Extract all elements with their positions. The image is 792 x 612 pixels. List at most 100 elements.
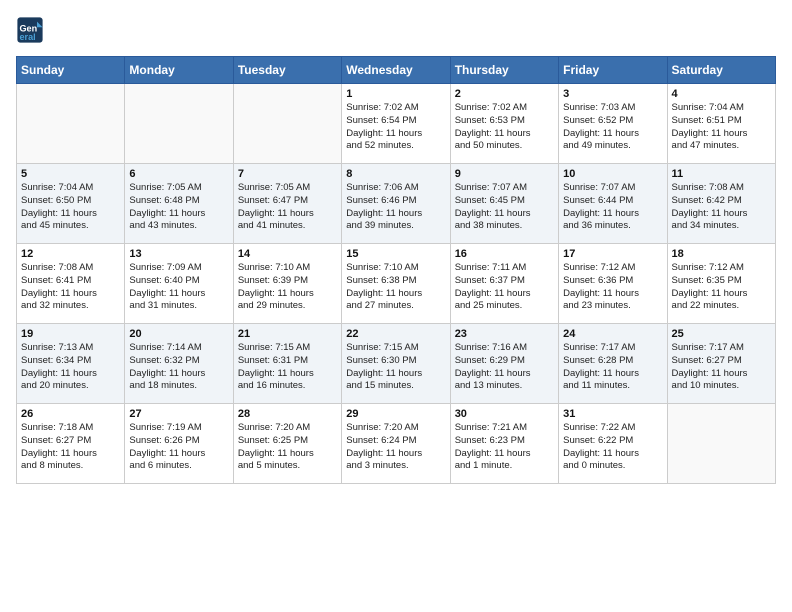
day-info: Sunrise: 7:15 AMSunset: 6:30 PMDaylight:…	[346, 342, 445, 393]
calendar-header: SundayMondayTuesdayWednesdayThursdayFrid…	[17, 57, 776, 84]
day-cell-23: 23 Sunrise: 7:16 AMSunset: 6:29 PMDayligh…	[450, 324, 558, 404]
day-number: 31	[563, 408, 662, 420]
day-number: 16	[455, 248, 554, 260]
day-info: Sunrise: 7:12 AMSunset: 6:35 PMDaylight:…	[672, 262, 771, 313]
day-cell-19: 19 Sunrise: 7:13 AMSunset: 6:34 PMDayligh…	[17, 324, 125, 404]
day-number: 7	[238, 168, 337, 180]
day-cell-30: 30 Sunrise: 7:21 AMSunset: 6:23 PMDayligh…	[450, 404, 558, 484]
day-number: 26	[21, 408, 120, 420]
day-number: 23	[455, 328, 554, 340]
day-info: Sunrise: 7:17 AMSunset: 6:28 PMDaylight:…	[563, 342, 662, 393]
empty-cell	[125, 84, 233, 164]
calendar-body: 1Sunrise: 7:02 AMSunset: 6:54 PMDaylight…	[17, 84, 776, 484]
logo-icon: Gen eral	[16, 16, 44, 44]
day-cell-28: 28Sunrise: 7:20 AMSunset: 6:25 PMDayligh…	[233, 404, 341, 484]
day-info: Sunrise: 7:04 AMSunset: 6:51 PMDaylight:…	[672, 102, 771, 153]
day-info: Sunrise: 7:04 AMSunset: 6:50 PMDaylight:…	[21, 182, 120, 233]
day-info: Sunrise: 7:07 AMSunset: 6:45 PMDaylight:…	[455, 182, 554, 233]
day-cell-5: 5 Sunrise: 7:04 AMSunset: 6:50 PMDaylight…	[17, 164, 125, 244]
day-number: 10	[563, 168, 662, 180]
day-info: Sunrise: 7:20 AMSunset: 6:25 PMDaylight:…	[238, 422, 337, 473]
day-info: Sunrise: 7:21 AMSunset: 6:23 PMDaylight:…	[455, 422, 554, 473]
day-number: 19	[21, 328, 120, 340]
day-cell-31: 31Sunrise: 7:22 AMSunset: 6:22 PMDayligh…	[559, 404, 667, 484]
week-row-1: 1Sunrise: 7:02 AMSunset: 6:54 PMDaylight…	[17, 84, 776, 164]
day-info: Sunrise: 7:06 AMSunset: 6:46 PMDaylight:…	[346, 182, 445, 233]
day-number: 11	[672, 168, 771, 180]
logo: Gen eral	[16, 16, 46, 44]
day-cell-26: 26 Sunrise: 7:18 AMSunset: 6:27 PMDayligh…	[17, 404, 125, 484]
day-info: Sunrise: 7:13 AMSunset: 6:34 PMDaylight:…	[21, 342, 120, 393]
weekday-sunday: Sunday	[17, 57, 125, 84]
day-info: Sunrise: 7:05 AMSunset: 6:48 PMDaylight:…	[129, 182, 228, 233]
weekday-friday: Friday	[559, 57, 667, 84]
day-cell-2: 2 Sunrise: 7:02 AMSunset: 6:53 PMDaylight…	[450, 84, 558, 164]
week-row-5: 26 Sunrise: 7:18 AMSunset: 6:27 PMDayligh…	[17, 404, 776, 484]
day-number: 29	[346, 408, 445, 420]
day-number: 12	[21, 248, 120, 260]
week-row-3: 12Sunrise: 7:08 AMSunset: 6:41 PMDayligh…	[17, 244, 776, 324]
day-info: Sunrise: 7:02 AMSunset: 6:54 PMDaylight:…	[346, 102, 445, 153]
day-number: 17	[563, 248, 662, 260]
day-cell-22: 22 Sunrise: 7:15 AMSunset: 6:30 PMDayligh…	[342, 324, 450, 404]
day-cell-29: 29Sunrise: 7:20 AMSunset: 6:24 PMDayligh…	[342, 404, 450, 484]
day-info: Sunrise: 7:16 AMSunset: 6:29 PMDaylight:…	[455, 342, 554, 393]
day-cell-16: 16 Sunrise: 7:11 AMSunset: 6:37 PMDayligh…	[450, 244, 558, 324]
day-info: Sunrise: 7:18 AMSunset: 6:27 PMDaylight:…	[21, 422, 120, 473]
day-number: 30	[455, 408, 554, 420]
calendar-table: SundayMondayTuesdayWednesdayThursdayFrid…	[16, 56, 776, 484]
day-number: 24	[563, 328, 662, 340]
day-info: Sunrise: 7:19 AMSunset: 6:26 PMDaylight:…	[129, 422, 228, 473]
day-cell-27: 27 Sunrise: 7:19 AMSunset: 6:26 PMDayligh…	[125, 404, 233, 484]
day-number: 3	[563, 88, 662, 100]
weekday-monday: Monday	[125, 57, 233, 84]
day-cell-11: 11 Sunrise: 7:08 AMSunset: 6:42 PMDayligh…	[667, 164, 775, 244]
svg-text:eral: eral	[20, 32, 36, 42]
day-number: 18	[672, 248, 771, 260]
day-number: 8	[346, 168, 445, 180]
week-row-2: 5 Sunrise: 7:04 AMSunset: 6:50 PMDaylight…	[17, 164, 776, 244]
day-cell-24: 24 Sunrise: 7:17 AMSunset: 6:28 PMDayligh…	[559, 324, 667, 404]
day-cell-9: 9Sunrise: 7:07 AMSunset: 6:45 PMDaylight…	[450, 164, 558, 244]
day-cell-4: 4 Sunrise: 7:04 AMSunset: 6:51 PMDaylight…	[667, 84, 775, 164]
day-number: 4	[672, 88, 771, 100]
day-number: 22	[346, 328, 445, 340]
day-info: Sunrise: 7:07 AMSunset: 6:44 PMDaylight:…	[563, 182, 662, 233]
day-number: 5	[21, 168, 120, 180]
day-number: 15	[346, 248, 445, 260]
weekday-thursday: Thursday	[450, 57, 558, 84]
day-number: 6	[129, 168, 228, 180]
empty-cell	[17, 84, 125, 164]
day-cell-10: 10 Sunrise: 7:07 AMSunset: 6:44 PMDayligh…	[559, 164, 667, 244]
day-cell-18: 18 Sunrise: 7:12 AMSunset: 6:35 PMDayligh…	[667, 244, 775, 324]
day-info: Sunrise: 7:02 AMSunset: 6:53 PMDaylight:…	[455, 102, 554, 153]
day-cell-21: 21 Sunrise: 7:15 AMSunset: 6:31 PMDayligh…	[233, 324, 341, 404]
weekday-wednesday: Wednesday	[342, 57, 450, 84]
day-number: 14	[238, 248, 337, 260]
day-cell-25: 25 Sunrise: 7:17 AMSunset: 6:27 PMDayligh…	[667, 324, 775, 404]
day-number: 2	[455, 88, 554, 100]
day-info: Sunrise: 7:03 AMSunset: 6:52 PMDaylight:…	[563, 102, 662, 153]
day-number: 27	[129, 408, 228, 420]
day-info: Sunrise: 7:08 AMSunset: 6:42 PMDaylight:…	[672, 182, 771, 233]
day-info: Sunrise: 7:15 AMSunset: 6:31 PMDaylight:…	[238, 342, 337, 393]
page-header: Gen eral	[16, 16, 776, 44]
day-info: Sunrise: 7:05 AMSunset: 6:47 PMDaylight:…	[238, 182, 337, 233]
day-cell-20: 20Sunrise: 7:14 AMSunset: 6:32 PMDayligh…	[125, 324, 233, 404]
weekday-saturday: Saturday	[667, 57, 775, 84]
day-cell-3: 3 Sunrise: 7:03 AMSunset: 6:52 PMDaylight…	[559, 84, 667, 164]
day-cell-8: 8 Sunrise: 7:06 AMSunset: 6:46 PMDaylight…	[342, 164, 450, 244]
day-info: Sunrise: 7:10 AMSunset: 6:39 PMDaylight:…	[238, 262, 337, 313]
day-info: Sunrise: 7:12 AMSunset: 6:36 PMDaylight:…	[563, 262, 662, 313]
day-cell-6: 6 Sunrise: 7:05 AMSunset: 6:48 PMDaylight…	[125, 164, 233, 244]
day-cell-7: 7 Sunrise: 7:05 AMSunset: 6:47 PMDaylight…	[233, 164, 341, 244]
day-info: Sunrise: 7:10 AMSunset: 6:38 PMDaylight:…	[346, 262, 445, 313]
day-number: 21	[238, 328, 337, 340]
weekday-tuesday: Tuesday	[233, 57, 341, 84]
day-info: Sunrise: 7:11 AMSunset: 6:37 PMDaylight:…	[455, 262, 554, 313]
day-info: Sunrise: 7:17 AMSunset: 6:27 PMDaylight:…	[672, 342, 771, 393]
day-cell-12: 12Sunrise: 7:08 AMSunset: 6:41 PMDayligh…	[17, 244, 125, 324]
day-number: 25	[672, 328, 771, 340]
day-cell-14: 14 Sunrise: 7:10 AMSunset: 6:39 PMDayligh…	[233, 244, 341, 324]
weekday-header-row: SundayMondayTuesdayWednesdayThursdayFrid…	[17, 57, 776, 84]
